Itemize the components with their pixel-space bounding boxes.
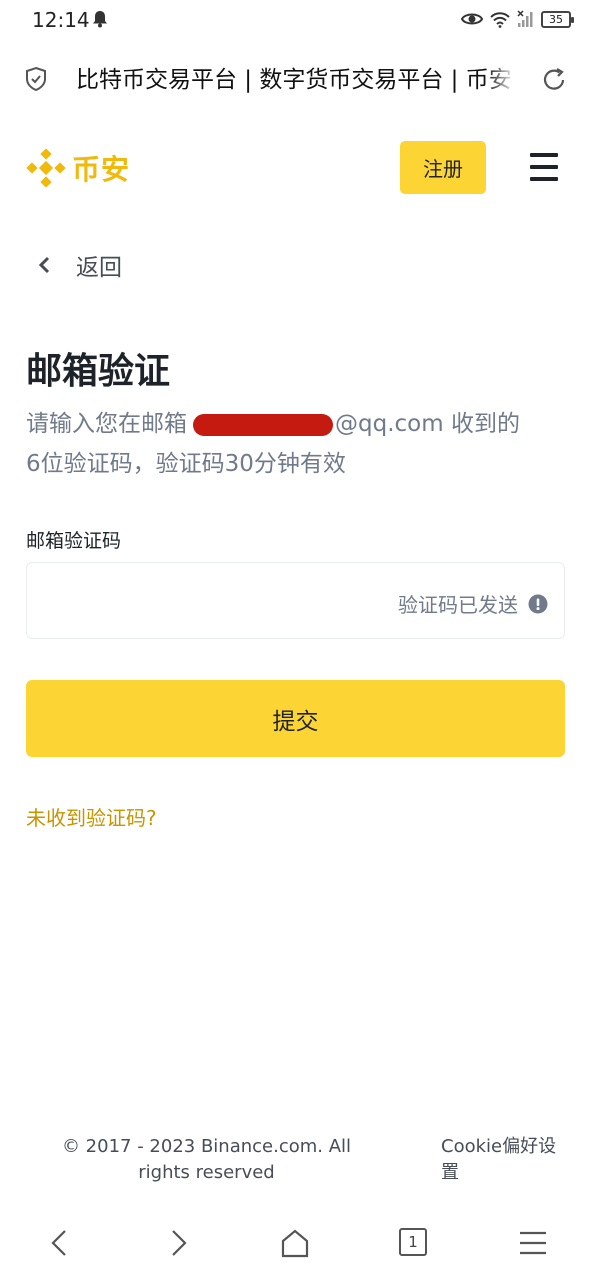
shield-check-icon[interactable] bbox=[24, 66, 48, 92]
subtitle-line2: 6位验证码，验证码30分钟有效 bbox=[26, 451, 346, 477]
home-icon[interactable] bbox=[278, 1226, 312, 1260]
submit-button[interactable]: 提交 bbox=[26, 680, 565, 757]
binance-logo-icon bbox=[26, 148, 66, 188]
tab-count: 1 bbox=[399, 1228, 427, 1256]
menu-line bbox=[530, 177, 558, 181]
menu-line bbox=[530, 165, 558, 169]
battery-indicator: 35 bbox=[541, 10, 574, 28]
register-button[interactable]: 注册 bbox=[400, 141, 486, 194]
binance-logo[interactable]: 币安 bbox=[26, 148, 130, 188]
cookie-preferences-link[interactable]: Cookie偏好设置 bbox=[441, 1134, 571, 1186]
code-field-label: 邮箱验证码 bbox=[26, 530, 122, 552]
code-status-text: 验证码已发送 bbox=[398, 593, 518, 617]
code-input-container[interactable]: 验证码已发送 bbox=[26, 562, 565, 639]
back-link[interactable]: 返回 bbox=[34, 248, 122, 282]
code-status: 验证码已发送 bbox=[398, 589, 548, 618]
hamburger-menu-icon[interactable] bbox=[528, 150, 560, 184]
subtitle-email-suffix: @qq.com 收到的 bbox=[335, 411, 520, 437]
reload-icon[interactable] bbox=[540, 66, 568, 94]
site-header: 币安 注册 bbox=[0, 118, 591, 218]
tabs-button[interactable]: 1 bbox=[399, 1228, 433, 1262]
redacted-email bbox=[193, 413, 333, 436]
wifi-icon bbox=[490, 12, 510, 28]
browser-address-bar[interactable]: 比特币交易平台 | 数字货币交易平台 | 币安 bbox=[0, 42, 591, 118]
menu-lines-icon[interactable] bbox=[516, 1226, 550, 1260]
status-indicators: 35 bbox=[461, 10, 574, 28]
menu-line bbox=[530, 153, 558, 157]
status-time: 12:14 bbox=[32, 8, 90, 32]
logo-text: 币安 bbox=[72, 153, 131, 186]
signal-icon bbox=[517, 10, 533, 27]
subtitle-prefix: 请输入您在邮箱 bbox=[26, 411, 187, 437]
page-title: 邮箱验证 bbox=[26, 351, 171, 392]
back-label: 返回 bbox=[76, 255, 122, 281]
chevron-left-icon bbox=[38, 256, 50, 274]
browser-bottom-bar: 1 bbox=[0, 1210, 591, 1280]
exclamation-circle-icon[interactable] bbox=[528, 594, 548, 614]
subtitle: 请输入您在邮箱 @qq.com 收到的 6位验证码，验证码30分钟有效 bbox=[26, 404, 566, 484]
bell-icon bbox=[93, 11, 107, 28]
arrow-right-icon[interactable] bbox=[160, 1226, 194, 1260]
footer-copyright: © 2017 - 2023 Binance.com. All rights re… bbox=[61, 1136, 352, 1183]
resend-code-link[interactable]: 未收到验证码? bbox=[26, 802, 157, 831]
status-bar: 12:14 35 bbox=[0, 0, 591, 42]
arrow-left-icon[interactable] bbox=[44, 1226, 78, 1260]
browser-page-title[interactable]: 比特币交易平台 | 数字货币交易平台 | 币安 bbox=[76, 62, 516, 98]
eye-icon bbox=[461, 13, 483, 25]
verification-code-input[interactable] bbox=[27, 563, 327, 638]
